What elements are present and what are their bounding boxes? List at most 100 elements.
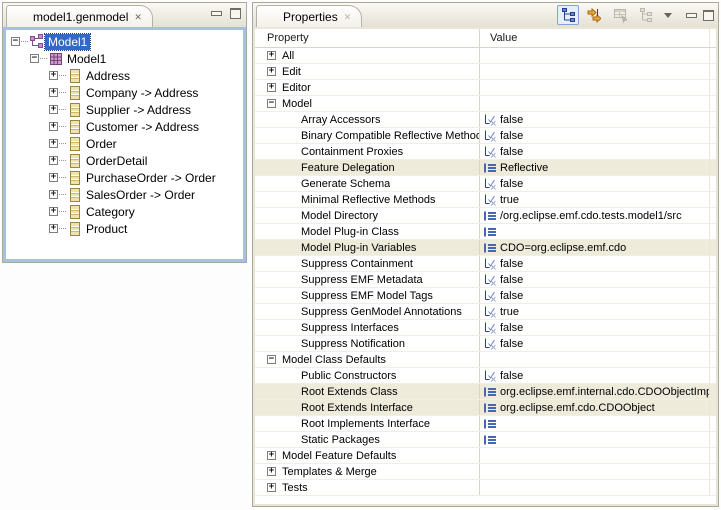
property-row-suppress-emf-model-tags[interactable]: Suppress EMF Model Tagsfalse [255, 288, 716, 304]
category-row-templates-merge[interactable]: +Templates & Merge [255, 464, 716, 480]
tree-item-supplier-address-4[interactable]: +Supplier -> Address [6, 101, 243, 118]
property-row-model-plug-in-class[interactable]: Model Plug-in Class [255, 224, 716, 240]
value-cell[interactable]: true [480, 192, 709, 207]
expand-toggle-icon[interactable]: + [49, 105, 58, 114]
expand-toggle-icon[interactable]: − [30, 54, 39, 63]
property-row-static-packages[interactable]: Static Packages [255, 432, 716, 448]
expand-toggle-icon[interactable]: + [49, 139, 58, 148]
expand-toggle-icon[interactable]: + [49, 88, 58, 97]
tree-item-address-2[interactable]: +Address [6, 67, 243, 84]
value-cell[interactable]: true [480, 304, 709, 319]
boolean-value-icon [483, 193, 497, 207]
tree-item-customer-address-5[interactable]: +Customer -> Address [6, 118, 243, 135]
property-row-array-accessors[interactable]: Array Accessorsfalse [255, 112, 716, 128]
value-cell[interactable]: org.eclipse.emf.cdo.CDOObject [480, 400, 709, 415]
tab-properties[interactable]: Properties ✕ [256, 5, 362, 27]
property-cell: +Edit [255, 64, 480, 79]
value-cell[interactable]: false [480, 368, 709, 383]
expand-toggle-icon[interactable]: + [49, 190, 58, 199]
category-row-model[interactable]: −Model [255, 96, 716, 112]
category-row-model-feature-defaults[interactable]: +Model Feature Defaults [255, 448, 716, 464]
tab-model1-genmodel[interactable]: model1.genmodel ✕ [6, 5, 153, 27]
expand-toggle-icon[interactable]: + [267, 483, 276, 492]
tree-mode-button[interactable] [557, 5, 579, 25]
expand-toggle-icon[interactable]: + [267, 467, 276, 476]
value-cell[interactable]: false [480, 112, 709, 127]
minimize-button[interactable] [685, 9, 698, 21]
view-menu-button[interactable] [661, 5, 675, 25]
text-value-icon [483, 241, 497, 255]
tree-item-purchaseorder-order-8[interactable]: +PurchaseOrder -> Order [6, 169, 243, 186]
property-row-generate-schema[interactable]: Generate Schemafalse [255, 176, 716, 192]
property-row-public-constructors[interactable]: Public Constructorsfalse [255, 368, 716, 384]
property-row-suppress-emf-metadata[interactable]: Suppress EMF Metadatafalse [255, 272, 716, 288]
property-row-model-plug-in-variables[interactable]: Model Plug-in VariablesCDO=org.eclipse.e… [255, 240, 716, 256]
property-row-model-directory[interactable]: Model Directory/org.eclipse.emf.cdo.test… [255, 208, 716, 224]
expand-toggle-icon[interactable]: − [267, 99, 276, 108]
property-row-suppress-containment[interactable]: Suppress Containmentfalse [255, 256, 716, 272]
value-cell[interactable]: false [480, 320, 709, 335]
column-header-value[interactable]: Value [480, 29, 709, 47]
boolean-value-icon [483, 177, 497, 191]
value-cell[interactable] [480, 416, 709, 431]
category-row-editor[interactable]: +Editor [255, 80, 716, 96]
value-cell[interactable]: false [480, 256, 709, 271]
value-cell[interactable]: org.eclipse.emf.internal.cdo.CDOObjectIm… [480, 384, 709, 399]
tree-item-product-11[interactable]: +Product [6, 220, 243, 237]
property-row-minimal-reflective-methods[interactable]: Minimal Reflective Methodstrue [255, 192, 716, 208]
column-header-property[interactable]: Property [255, 29, 480, 47]
expand-toggle-icon[interactable]: + [49, 156, 58, 165]
value-cell[interactable] [480, 224, 709, 239]
value-cell[interactable]: CDO=org.eclipse.emf.cdo [480, 240, 709, 255]
expand-toggle-icon[interactable]: + [49, 71, 58, 80]
expand-toggle-icon[interactable]: + [267, 83, 276, 92]
table-right-gutter [709, 368, 716, 383]
close-icon[interactable]: ✕ [132, 12, 143, 22]
maximize-button[interactable] [702, 9, 715, 21]
value-cell[interactable]: false [480, 144, 709, 159]
value-cell[interactable]: false [480, 176, 709, 191]
tree-item-orderdetail-7[interactable]: +OrderDetail [6, 152, 243, 169]
value-cell[interactable]: false [480, 128, 709, 143]
property-row-suppress-genmodel-annotations[interactable]: Suppress GenModel Annotationstrue [255, 304, 716, 320]
tree-item-company-address-3[interactable]: +Company -> Address [6, 84, 243, 101]
expand-toggle-icon[interactable]: + [49, 207, 58, 216]
tree-item-model1-1[interactable]: −Model1 [6, 50, 243, 67]
show-advanced-properties-button[interactable] [583, 5, 605, 25]
property-row-suppress-interfaces[interactable]: Suppress Interfacesfalse [255, 320, 716, 336]
property-row-feature-delegation[interactable]: Feature DelegationReflective [255, 160, 716, 176]
value-cell[interactable]: /org.eclipse.emf.cdo.tests.model1/src [480, 208, 709, 223]
properties-table: Property Value +All+Edit+Editor−ModelArr… [253, 27, 718, 506]
category-row-tests[interactable]: +Tests [255, 480, 716, 496]
value-cell[interactable]: false [480, 336, 709, 351]
close-icon[interactable]: ✕ [342, 12, 353, 22]
text-value-icon [483, 385, 497, 399]
tree-item-salesorder-order-9[interactable]: +SalesOrder -> Order [6, 186, 243, 203]
value-cell[interactable]: false [480, 272, 709, 287]
property-row-root-extends-interface[interactable]: Root Extends Interfaceorg.eclipse.emf.cd… [255, 400, 716, 416]
expand-toggle-icon[interactable]: + [49, 173, 58, 182]
expand-toggle-icon[interactable]: − [267, 355, 276, 364]
value-cell[interactable] [480, 432, 709, 447]
property-row-root-implements-interface[interactable]: Root Implements Interface [255, 416, 716, 432]
tree-item-order-6[interactable]: +Order [6, 135, 243, 152]
property-row-binary-compatible-reflective-methods[interactable]: Binary Compatible Reflective Methodsfals… [255, 128, 716, 144]
category-row-model-class-defaults[interactable]: −Model Class Defaults [255, 352, 716, 368]
category-row-edit[interactable]: +Edit [255, 64, 716, 80]
minimize-button[interactable] [210, 7, 223, 19]
category-row-all[interactable]: +All [255, 48, 716, 64]
value-cell[interactable]: false [480, 288, 709, 303]
expand-toggle-icon[interactable]: − [11, 37, 20, 46]
expand-toggle-icon[interactable]: + [49, 224, 58, 233]
expand-toggle-icon[interactable]: + [49, 122, 58, 131]
value-cell[interactable]: Reflective [480, 160, 709, 175]
tree-item-category-10[interactable]: +Category [6, 203, 243, 220]
expand-toggle-icon[interactable]: + [267, 67, 276, 76]
property-row-root-extends-class[interactable]: Root Extends Classorg.eclipse.emf.intern… [255, 384, 716, 400]
property-row-suppress-notification[interactable]: Suppress Notificationfalse [255, 336, 716, 352]
maximize-button[interactable] [229, 7, 242, 19]
expand-toggle-icon[interactable]: + [267, 451, 276, 460]
tree-item-model1-0[interactable]: −Model1 [6, 33, 243, 50]
expand-toggle-icon[interactable]: + [267, 51, 276, 60]
property-row-containment-proxies[interactable]: Containment Proxiesfalse [255, 144, 716, 160]
